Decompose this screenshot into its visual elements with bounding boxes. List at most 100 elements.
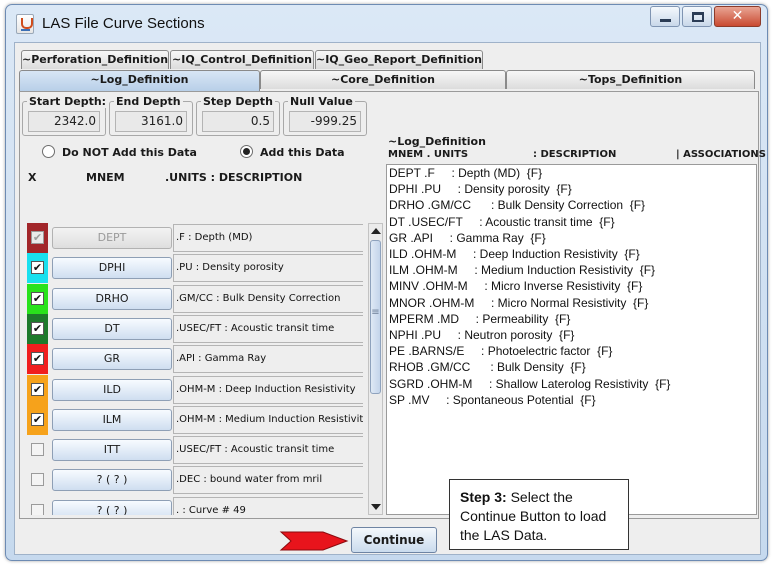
curve-description: .OHM-M : Deep Induction Resistivity <box>173 375 363 404</box>
curve-description: .PU : Density porosity <box>173 254 363 283</box>
tab-perforation-definition[interactable]: ~Perforation_Definition <box>21 50 169 69</box>
do-not-add-label: Do NOT Add this Data <box>62 146 197 159</box>
log-definition-line: DPHI .PU : Density porosity {F} <box>389 182 572 197</box>
log-definition-line: ILM .OHM-M : Medium Induction Resistivit… <box>389 263 656 278</box>
curve-description: .OHM-M : Medium Induction Resistivity <box>173 405 363 434</box>
curve-mnem-button[interactable]: ? ( ? ) <box>52 469 172 492</box>
curve-row: ✔ DRHO .GM/CC : Bulk Density Correction <box>27 283 365 314</box>
log-definition-line: NPHI .PU : Neutron porosity {F} <box>389 328 575 342</box>
scroll-up-arrow-icon[interactable] <box>371 228 381 234</box>
minimize-button[interactable] <box>650 6 680 27</box>
curve-mnem-button[interactable]: ? ( ? ) <box>52 499 172 515</box>
curve-mnem-button[interactable]: ILM <box>52 408 172 431</box>
callout-step: Step 3: <box>460 489 507 505</box>
curve-checkbox[interactable]: ✔ <box>31 382 44 396</box>
content-area: ~Perforation_Definition ~IQ_Control_Defi… <box>14 42 766 555</box>
log-header-associations: | ASSOCIATIONS <box>676 149 766 160</box>
curve-mnem-button[interactable]: DPHI <box>52 257 172 280</box>
title-bar[interactable]: LAS File Curve Sections ✕ <box>6 5 767 41</box>
log-definition-text-area[interactable]: DEPT .F : Depth (MD) {F} DPHI .PU : Densi… <box>386 164 757 515</box>
app-window: LAS File Curve Sections ✕ ~Perforation_D… <box>5 4 768 561</box>
step-depth-label: Step Depth <box>201 95 275 108</box>
curve-description: .API : Gamma Ray <box>173 345 363 374</box>
curve-description: .GM/CC : Bulk Density Correction <box>173 284 363 313</box>
log-definition-line: SP .MV : Spontaneous Potential {F} <box>389 392 596 407</box>
tab-iq-geo-report-definition[interactable]: ~IQ_Geo_Report_Definition <box>315 50 483 69</box>
end-depth-field[interactable]: 3161.0 <box>115 111 187 132</box>
window-controls: ✕ <box>650 6 761 27</box>
log-definition-line: DEPT .F : Depth (MD) {F} <box>389 166 543 180</box>
curve-checkbox[interactable]: ✔ <box>31 352 44 366</box>
start-depth-field[interactable]: 2342.0 <box>28 111 100 132</box>
log-definition-line: ILD .OHM-M : Deep Induction Resistivity … <box>389 247 640 261</box>
red-pointer-arrow-icon <box>279 531 349 551</box>
close-button[interactable]: ✕ <box>714 6 761 27</box>
curve-description: .DEC : bound water from mril <box>173 466 363 495</box>
scrollbar-thumb[interactable] <box>370 240 381 394</box>
log-definition-line: MNOR .OHM-M : Micro Normal Resistivity {… <box>389 295 649 310</box>
instruction-callout: Step 3: Select the Continue Button to lo… <box>449 479 629 550</box>
step-depth-field[interactable]: 0.5 <box>202 111 274 132</box>
curve-checkbox[interactable]: ✔ <box>31 291 44 305</box>
column-header-mnem: MNEM <box>86 171 125 184</box>
log-definition-line: PE .BARNS/E : Photoelectric factor {F} <box>389 344 613 359</box>
curve-row: ✔ ILD .OHM-M : Deep Induction Resistivity <box>27 374 365 405</box>
maximize-button[interactable] <box>682 6 712 27</box>
curve-description: . : Curve # 49 <box>173 496 363 515</box>
null-value-field[interactable]: -999.25 <box>289 111 361 132</box>
tab-log-definition[interactable]: ~Log_Definition <box>19 70 260 91</box>
curve-checkbox[interactable]: ✔ <box>31 321 44 335</box>
log-definition-line: DRHO .GM/CC : Bulk Density Correction {F… <box>389 198 646 213</box>
curve-mnem-button[interactable]: DT <box>52 317 172 340</box>
continue-button[interactable]: Continue <box>351 527 437 553</box>
end-depth-group: End Depth 3161.0 <box>109 95 193 136</box>
curve-checkbox: ✔ <box>31 231 44 244</box>
curve-checkbox[interactable] <box>31 503 44 515</box>
curve-mnem-button[interactable]: ILD <box>52 378 172 401</box>
log-definition-line: SGRD .OHM-M : Shallow Laterolog Resistiv… <box>389 376 671 391</box>
log-header-description: : DESCRIPTION <box>533 149 617 160</box>
close-icon: ✕ <box>731 8 744 24</box>
tab-iq-control-definition[interactable]: ~IQ_Control_Definition <box>170 50 314 69</box>
curve-checkbox[interactable] <box>31 443 44 457</box>
curve-row: ✔ ILM .OHM-M : Medium Induction Resistivit… <box>27 404 365 435</box>
curve-mnem-button[interactable]: DRHO <box>52 287 172 310</box>
log-definition-panel: Start Depth: 2342.0 End Depth 3161.0 Ste… <box>19 91 766 519</box>
scroll-down-arrow-icon[interactable] <box>371 504 381 510</box>
curve-mnem-button[interactable]: ITT <box>52 439 172 462</box>
java-app-icon <box>16 14 34 34</box>
curve-row: ✔ DT .USEC/FT : Acoustic transit time <box>27 313 365 344</box>
curve-row: ? ( ? ) .DEC : bound water from mril <box>27 465 365 495</box>
curve-row: ✔ DPHI .PU : Density porosity <box>27 253 365 284</box>
tab-tops-definition[interactable]: ~Tops_Definition <box>506 70 755 89</box>
curve-row: ? ( ? ). : Curve # 49 <box>27 496 365 515</box>
log-definition-line: MINV .OHM-M : Micro Inverse Resistivity … <box>389 279 643 294</box>
curve-checkbox[interactable] <box>31 473 44 487</box>
curve-row: ✔ DEPT .F : Depth (MD) <box>27 223 365 253</box>
null-value-label: Null Value <box>288 95 355 108</box>
window-title: LAS File Curve Sections <box>42 15 205 32</box>
radio-do-not-add[interactable] <box>42 145 55 158</box>
add-data-label: Add this Data <box>260 146 345 159</box>
curve-mnem-button[interactable]: GR <box>52 348 172 371</box>
curve-mnem-button: DEPT <box>52 227 172 249</box>
log-definition-line: RHOB .GM/CC : Bulk Density {F} <box>389 360 586 375</box>
null-value-group: Null Value -999.25 <box>283 95 367 136</box>
curve-checkbox[interactable]: ✔ <box>31 261 44 275</box>
tab-core-definition[interactable]: ~Core_Definition <box>260 70 506 89</box>
step-depth-group: Step Depth 0.5 <box>196 95 280 136</box>
curve-description: .USEC/FT : Acoustic transit time <box>173 314 363 343</box>
log-definition-line: MPERM .MD : Permeability {F} <box>389 311 571 326</box>
curve-description: .F : Depth (MD) <box>173 224 363 252</box>
end-depth-label: End Depth <box>114 95 183 108</box>
minimize-icon <box>660 19 671 22</box>
column-header-x: X <box>28 171 37 184</box>
log-header-mnem-units: MNEM . UNITS <box>388 149 469 160</box>
log-definition-line: DT .USEC/FT : Acoustic transit time {F} <box>389 214 615 229</box>
curve-checkbox[interactable]: ✔ <box>31 412 44 426</box>
log-definition-title: ~Log_Definition <box>388 135 486 148</box>
curve-description: .USEC/FT : Acoustic transit time <box>173 436 363 465</box>
radio-add-data[interactable] <box>240 145 253 158</box>
curve-list-scrollbar[interactable] <box>368 223 383 515</box>
curve-row: ITT .USEC/FT : Acoustic transit time <box>27 435 365 465</box>
